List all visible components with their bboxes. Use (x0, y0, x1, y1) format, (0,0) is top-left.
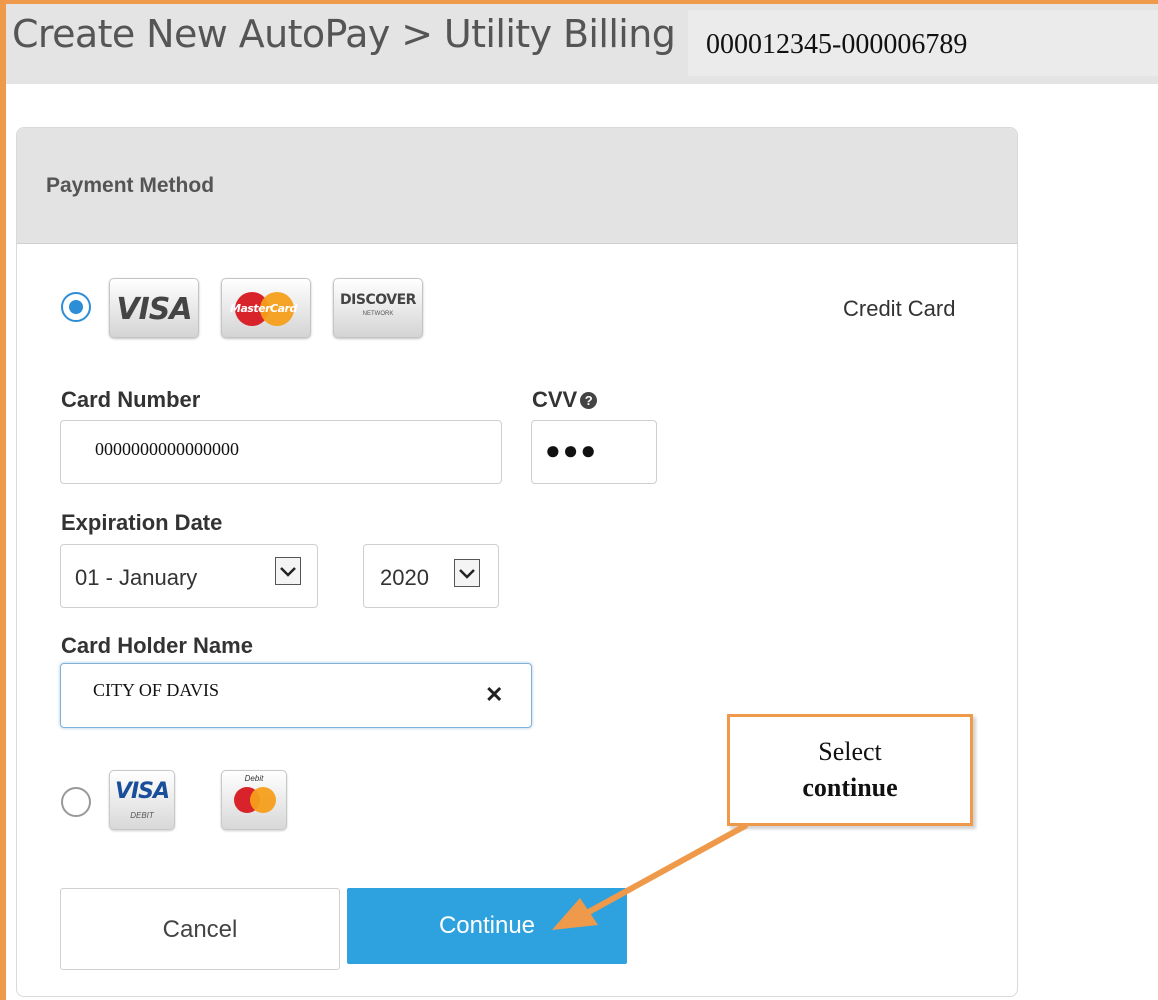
annotation-frame-left (0, 0, 6, 1000)
card-holder-name-label: Card Holder Name (61, 633, 253, 658)
payment-method-panel: Payment Method VISA MasterCard DISCOVER … (16, 127, 1018, 997)
card-number-input[interactable]: 0000000000000000 (60, 420, 502, 484)
expiration-month-select[interactable]: 01 - January (60, 544, 318, 608)
visa-logo-icon: VISA (109, 278, 199, 338)
mastercard-yellow-circle (250, 787, 276, 813)
card-number-value: 0000000000000000 (95, 439, 239, 459)
annotation-callout: Select continue (727, 714, 973, 826)
discover-logo-icon: DISCOVER NETWORK (333, 278, 423, 338)
radio-selected-dot (69, 300, 83, 314)
credit-card-label: Credit Card (843, 296, 956, 321)
page-title: Create New AutoPay > Utility Billing # (12, 12, 719, 56)
panel-title: Payment Method (46, 174, 215, 197)
chevron-down-icon[interactable] (454, 559, 480, 587)
visa-debit-subtext: DEBIT (130, 811, 154, 820)
discover-logo-subtext: NETWORK (362, 311, 394, 317)
visa-debit-text: VISA (114, 779, 170, 804)
continue-button[interactable]: Continue (347, 888, 627, 964)
debit-card-radio[interactable] (61, 787, 91, 817)
cvv-input[interactable]: ●●● (531, 420, 657, 484)
cancel-button[interactable]: Cancel (60, 888, 340, 970)
callout-line-2: continue (802, 773, 898, 802)
page-header: Create New AutoPay > Utility Billing # 0… (6, 4, 1158, 84)
chevron-down-icon[interactable] (275, 557, 301, 585)
help-icon[interactable]: ? (580, 392, 598, 409)
panel-header: Payment Method (17, 128, 1017, 244)
credit-card-radio[interactable] (61, 292, 91, 322)
visa-debit-logo-icon: VISA DEBIT (109, 770, 175, 830)
expiration-month-value: 01 - January (75, 565, 198, 590)
clear-icon[interactable]: ✕ (485, 682, 503, 708)
account-number-box: 000012345-000006789 (688, 10, 1158, 76)
discover-logo-text: DISCOVER (340, 292, 416, 308)
cvv-value: ●●● (545, 435, 599, 465)
expiration-date-label: Expiration Date (61, 510, 223, 535)
card-holder-name-input[interactable]: CITY OF DAVIS ✕ (60, 663, 532, 728)
mastercard-debit-logo-icon: Debit (221, 770, 287, 830)
expiration-year-select[interactable]: 2020 (363, 544, 499, 608)
mastercard-logo-icon: MasterCard (221, 278, 311, 338)
visa-logo-text: VISA (116, 292, 192, 327)
expiration-year-value: 2020 (380, 565, 429, 590)
card-holder-name-value: CITY OF DAVIS (93, 680, 220, 700)
card-number-label: Card Number (61, 387, 201, 412)
mastercard-logo-text: MasterCard (230, 302, 297, 315)
callout-line-1: Select (818, 737, 882, 766)
debit-mark-text: Debit (244, 774, 264, 783)
cvv-label: CVV? (532, 387, 598, 413)
cvv-label-text: CVV (532, 387, 578, 412)
account-number: 000012345-000006789 (706, 29, 968, 60)
